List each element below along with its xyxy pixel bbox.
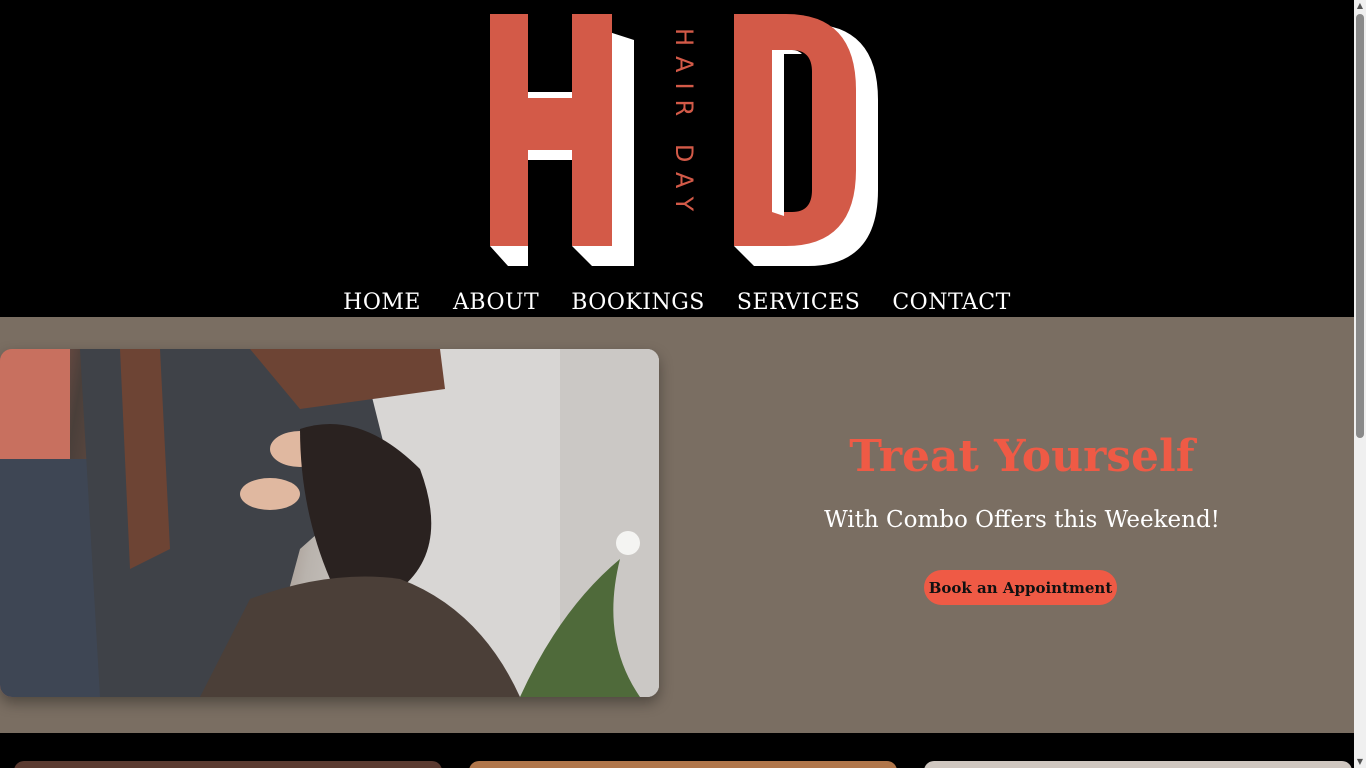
hero-title: Treat Yourself [849,431,1195,482]
nav-contact[interactable]: CONTACT [892,288,1010,318]
hero-content: Treat Yourself With Combo Offers this We… [690,317,1354,733]
card-2[interactable] [469,761,897,768]
nav-bookings[interactable]: BOOKINGS [571,288,705,318]
hero-photo [0,349,659,697]
hero-subtitle: With Combo Offers this Weekend! [824,507,1220,533]
service-cards [0,733,1354,768]
scrollbar-thumb[interactable] [1356,14,1364,438]
hero-section: Treat Yourself With Combo Offers this We… [0,317,1354,733]
page-scrollbar[interactable]: ▲ ▼ [1354,0,1366,768]
scroll-down-icon[interactable]: ▼ [1355,757,1365,767]
book-appointment-button[interactable]: Book an Appointment [924,570,1117,605]
main-nav: HOME ABOUT BOOKINGS SERVICES CONTACT [0,288,1354,318]
scroll-up-icon[interactable]: ▲ [1355,1,1365,11]
logo-tagline: HAIR DAY [670,28,698,222]
site-header: HAIR DAY HOME ABOUT BOOKINGS SERVICES CO… [0,0,1354,317]
nav-services[interactable]: SERVICES [737,288,860,318]
card-3[interactable] [924,761,1352,768]
nav-home[interactable]: HOME [343,288,421,318]
nav-about[interactable]: ABOUT [453,288,539,318]
card-1[interactable] [14,761,442,768]
